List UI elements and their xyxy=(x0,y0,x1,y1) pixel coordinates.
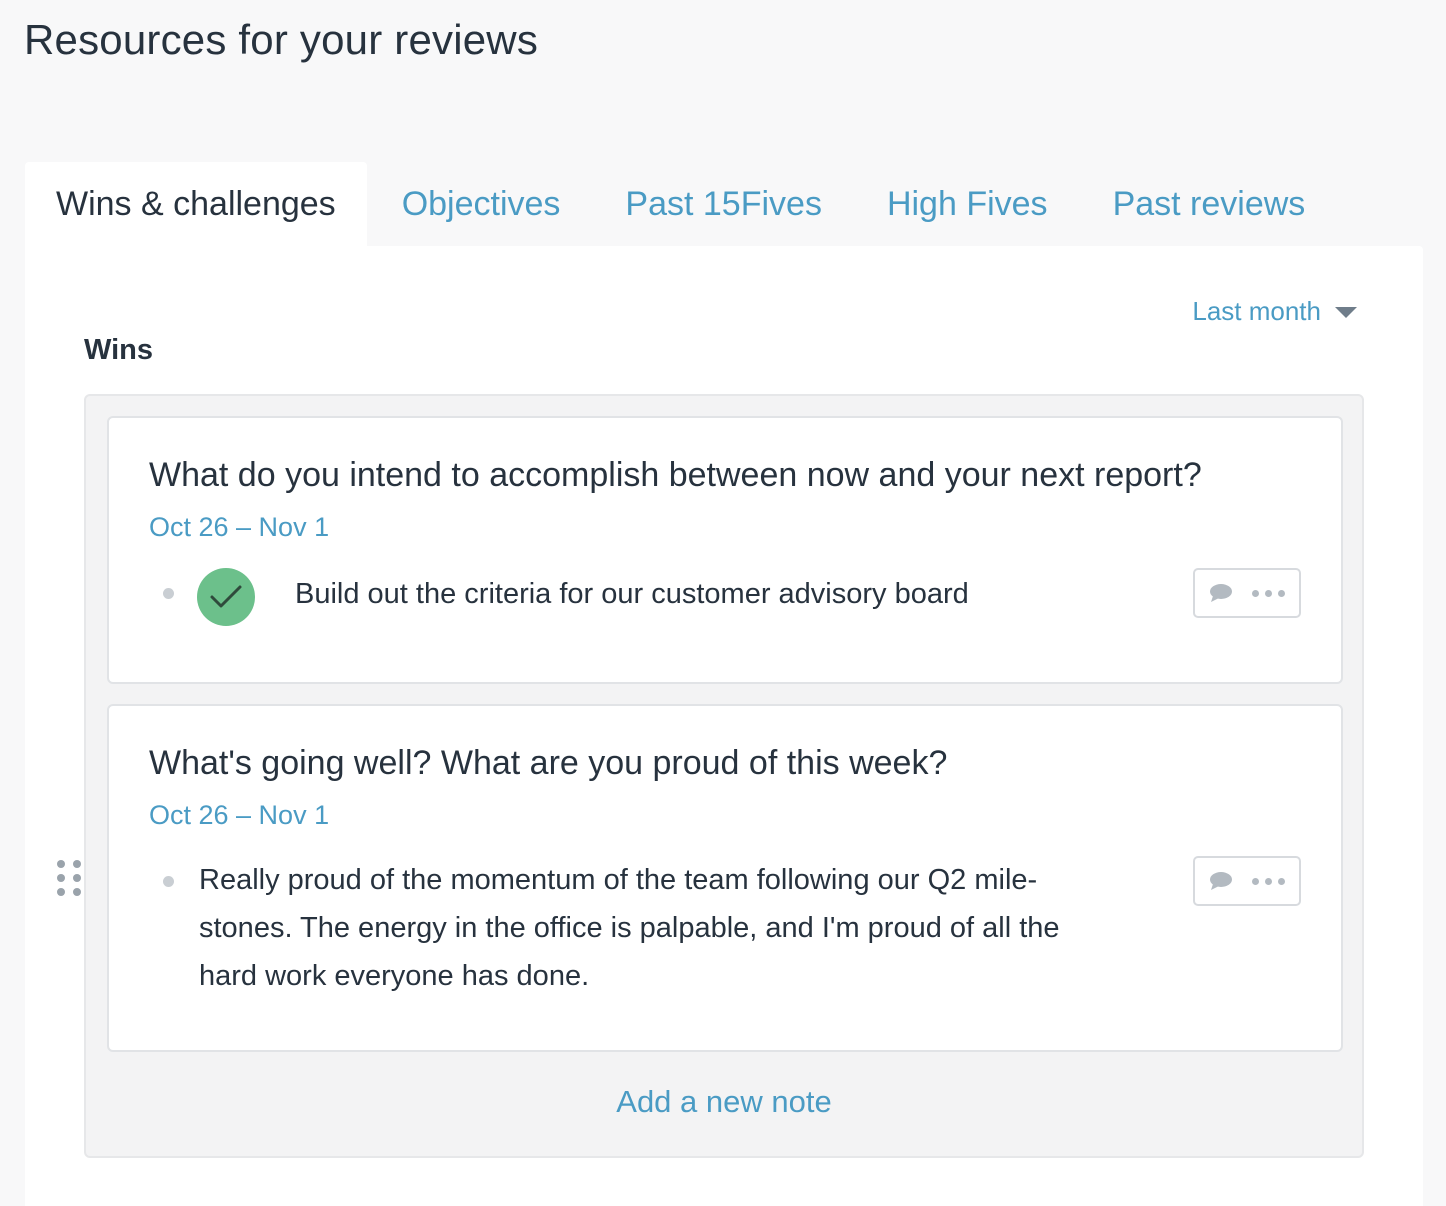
tab-high-fives[interactable]: High Fives xyxy=(887,162,1048,246)
card-actions xyxy=(1193,856,1301,906)
card-question: What do you intend to accomplish between… xyxy=(149,456,1202,494)
win-card: What's going well? What are you proud of… xyxy=(107,704,1343,1052)
tab-past-reviews[interactable]: Past reviews xyxy=(1113,162,1306,246)
check-circle-icon[interactable] xyxy=(197,568,255,626)
wins-container: What do you intend to accomplish between… xyxy=(84,394,1364,1158)
card-answer-line: hard work everyone has done. xyxy=(199,960,590,992)
comment-icon[interactable] xyxy=(1209,583,1233,603)
win-card: What do you intend to accomplish between… xyxy=(107,416,1343,684)
resource-tabs: Wins & challenges Objectives Past 15Five… xyxy=(25,162,1305,246)
tab-objectives[interactable]: Objectives xyxy=(402,162,561,246)
card-date-range: Oct 26 – Nov 1 xyxy=(149,800,330,830)
comment-icon[interactable] xyxy=(1209,871,1233,891)
more-options-icon[interactable] xyxy=(1252,589,1285,597)
bullet-icon xyxy=(163,588,174,599)
card-answer-line: Really proud of the momentum of the team… xyxy=(199,864,1038,896)
tab-past-15fives[interactable]: Past 15Fives xyxy=(625,162,822,246)
page-title: Resources for your reviews xyxy=(24,16,539,63)
date-range-label: Last month xyxy=(1192,296,1321,326)
card-answer: Build out the criteria for our customer … xyxy=(295,578,969,610)
card-answer: Really proud of the momentum of the team… xyxy=(199,856,1060,1000)
card-date-range: Oct 26 – Nov 1 xyxy=(149,512,330,542)
section-title-wins: Wins xyxy=(84,334,154,366)
more-options-icon[interactable] xyxy=(1252,877,1285,885)
date-range-dropdown[interactable]: Last month xyxy=(1192,296,1357,327)
card-question: What's going well? What are you proud of… xyxy=(149,744,948,782)
tab-panel: Last month Wins What do you intend to ac… xyxy=(25,246,1423,1206)
caret-down-icon xyxy=(1335,307,1357,318)
card-answer-line: stones. The energy in the office is palp… xyxy=(199,912,1060,944)
tab-wins-challenges[interactable]: Wins & challenges xyxy=(25,162,367,246)
bullet-icon xyxy=(163,876,174,887)
card-actions xyxy=(1193,568,1301,618)
add-note-link[interactable]: Add a new note xyxy=(86,1084,1362,1120)
drag-handle-icon[interactable] xyxy=(57,860,81,896)
